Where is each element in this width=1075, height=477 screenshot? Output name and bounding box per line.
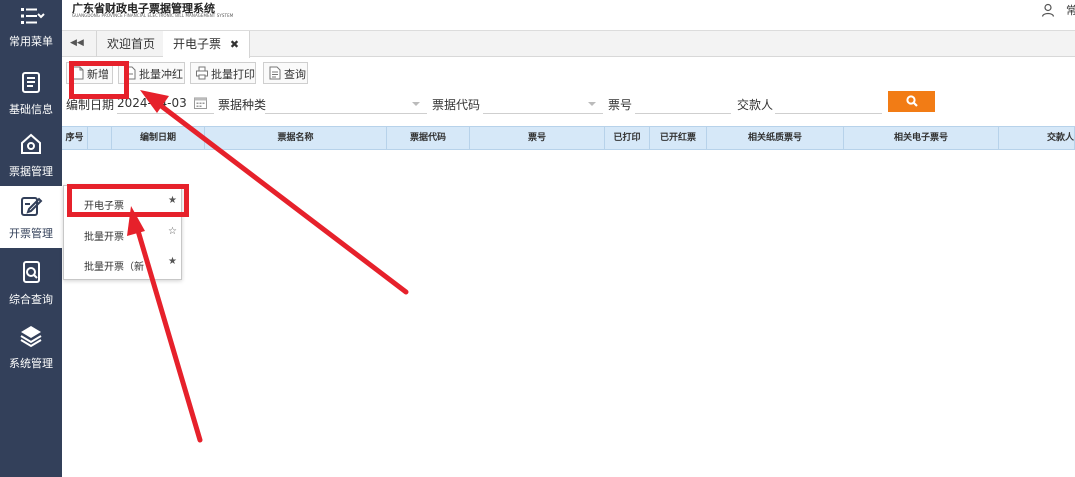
bill-no-label: 票号 — [608, 98, 633, 112]
column-header-printed[interactable]: 已打印 — [605, 127, 650, 149]
tab-label: 开电子票 — [173, 37, 222, 51]
sidebar-item-system-management[interactable]: 系统管理 — [0, 316, 62, 378]
menu-item-batch-issue-new[interactable]: 批量开票（新 ★ — [64, 249, 181, 279]
bill-no-input[interactable] — [635, 92, 731, 114]
home-gear-icon — [21, 133, 41, 154]
payer-label: 交款人 — [737, 98, 774, 112]
search-icon — [906, 95, 918, 107]
sidebar-item-invoicing[interactable]: 开票管理 — [0, 186, 62, 248]
column-header-select — [88, 127, 112, 149]
annotation-highlight-box — [67, 184, 189, 217]
column-header-bill-code[interactable]: 票据代码 — [387, 127, 470, 149]
query-button[interactable]: 查询 — [263, 62, 308, 84]
close-icon[interactable]: ✖ — [230, 38, 239, 51]
sidebar: 常用菜单 基础信息 票据管理 开票管理 综合查询 系统管理 — [0, 0, 62, 477]
menu-item-batch-issue[interactable]: 批量开票 ☆ — [64, 219, 181, 249]
tab-welcome-home[interactable]: 欢迎首页 — [96, 31, 167, 57]
edit-invoice-icon — [21, 197, 43, 216]
info-book-icon — [22, 72, 40, 93]
sidebar-item-label: 基础信息 — [9, 103, 53, 116]
batch-print-label: 批量打印 — [211, 68, 255, 81]
bill-type-select[interactable] — [265, 92, 427, 114]
printer-icon — [196, 66, 208, 80]
column-header-related-e-no[interactable]: 相关电子票号 — [844, 127, 999, 149]
sidebar-item-basic-info[interactable]: 基础信息 — [0, 62, 62, 124]
tab-bar: ◀◀ 欢迎首页 开电子票 ✖ — [62, 30, 1075, 58]
query-label: 查询 — [284, 68, 306, 81]
sidebar-item-bill-management[interactable]: 票据管理 — [0, 124, 62, 186]
bill-type-label: 票据种类 — [218, 98, 267, 112]
layers-icon — [20, 326, 42, 348]
sidebar-item-label: 常用菜单 — [9, 35, 53, 48]
sidebar-item-label: 开票管理 — [9, 227, 53, 240]
menu-item-label: 批量开票（新 — [84, 262, 144, 273]
chevron-down-icon[interactable] — [588, 102, 596, 106]
sidebar-item-label: 综合查询 — [9, 293, 53, 306]
column-header-bill-name[interactable]: 票据名称 — [205, 127, 387, 149]
bill-code-label: 票据代码 — [432, 98, 481, 112]
bill-code-select[interactable] — [483, 92, 603, 114]
annotation-highlight-box — [69, 61, 129, 99]
column-header-red-issued[interactable]: 已开红票 — [650, 127, 707, 149]
column-header-date[interactable]: 编制日期 — [112, 127, 205, 149]
search-document-icon — [23, 261, 40, 283]
app-subtitle: GUANGDONG PROVINCE FINANCIAL ELECTRONIC … — [72, 13, 234, 18]
sidebar-item-comprehensive-query[interactable]: 综合查询 — [0, 252, 62, 314]
sidebar-item-label: 系统管理 — [9, 357, 53, 370]
star-icon[interactable]: ★ — [168, 256, 177, 267]
tab-scroll-left-icon[interactable]: ◀◀ — [70, 38, 84, 48]
search-button[interactable] — [888, 91, 935, 112]
sidebar-item-common-menu[interactable]: 常用菜单 — [0, 0, 62, 62]
column-header-related-paper-no[interactable]: 相关纸质票号 — [707, 127, 844, 149]
user-icon[interactable] — [1041, 3, 1055, 17]
tab-issue-e-invoice[interactable]: 开电子票 ✖ — [163, 31, 251, 58]
column-header-bill-no[interactable]: 票号 — [470, 127, 605, 149]
payer-input[interactable] — [775, 92, 882, 114]
column-header-index: 序号 — [62, 127, 88, 149]
menu-list-icon — [21, 8, 45, 24]
column-header-payer[interactable]: 交款人 — [999, 127, 1075, 149]
query-document-icon — [269, 66, 281, 80]
tab-label: 欢迎首页 — [107, 37, 156, 51]
star-outline-icon[interactable]: ☆ — [168, 226, 177, 237]
calendar-icon[interactable] — [194, 96, 207, 109]
user-name[interactable]: 常 — [1066, 2, 1075, 18]
menu-item-label: 批量开票 — [84, 232, 124, 243]
batch-red-flush-label: 批量冲红 — [139, 68, 183, 81]
batch-print-button[interactable]: 批量打印 — [190, 62, 256, 84]
sidebar-item-label: 票据管理 — [9, 165, 53, 178]
table-header: 序号 编制日期 票据名称 票据代码 票号 已打印 已开红票 相关纸质票号 相关电… — [62, 126, 1075, 150]
chevron-down-icon[interactable] — [412, 102, 420, 106]
